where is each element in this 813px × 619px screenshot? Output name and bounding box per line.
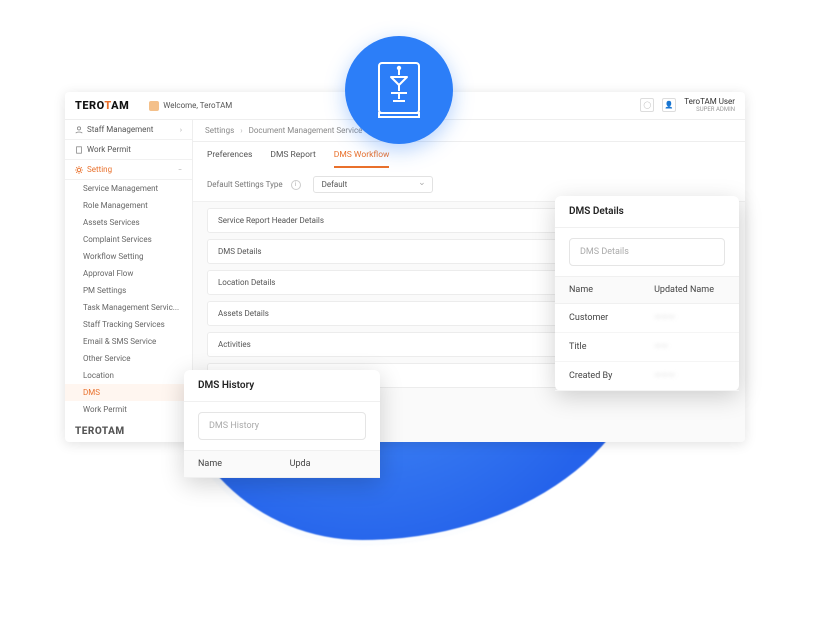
notifications-icon[interactable]: ◯ bbox=[640, 98, 654, 112]
select-value: Default bbox=[322, 180, 348, 189]
sidebar-item[interactable]: DMS bbox=[65, 384, 192, 401]
brand-logo: TEROTAM bbox=[75, 99, 149, 112]
user-role: SUPER ADMIN bbox=[684, 107, 735, 114]
tabs: Preferences DMS Report DMS Workflow bbox=[193, 142, 745, 168]
tab-dms-workflow[interactable]: DMS Workflow bbox=[334, 150, 390, 168]
welcome-text: Welcome, TeroTAM bbox=[163, 101, 232, 110]
sidebar-item[interactable]: Service Management bbox=[65, 180, 192, 197]
sidebar-item[interactable]: Approval Flow bbox=[65, 265, 192, 282]
tab-preferences[interactable]: Preferences bbox=[207, 150, 252, 168]
sidebar-group-label: Staff Management bbox=[87, 125, 153, 134]
minus-icon: − bbox=[178, 166, 182, 174]
cell-name: Created By bbox=[569, 371, 654, 381]
table-row: Customer——— bbox=[555, 304, 739, 333]
sidebar-item[interactable]: Staff Tracking Services bbox=[65, 316, 192, 333]
tab-label: Preferences bbox=[207, 150, 252, 160]
card-title: DMS History bbox=[184, 370, 380, 402]
sidebar-item[interactable]: Location bbox=[65, 367, 192, 384]
breadcrumb: Settings › Document Management Service bbox=[193, 120, 745, 142]
sidebar-item[interactable]: Complaint Services bbox=[65, 231, 192, 248]
sidebar-item[interactable]: PM Settings bbox=[65, 282, 192, 299]
cell-value: ——— bbox=[654, 313, 725, 323]
sidebar-item[interactable]: Assets Services bbox=[65, 214, 192, 231]
avatar[interactable]: 👤 bbox=[662, 98, 676, 112]
welcome-icon bbox=[149, 101, 159, 111]
col-name: Name bbox=[198, 459, 290, 469]
dms-history-search[interactable]: DMS History bbox=[198, 412, 366, 440]
table-row: Title—— bbox=[555, 333, 739, 362]
sidebar-item[interactable]: Workflow Setting bbox=[65, 248, 192, 265]
card-dms-history: DMS History DMS History Name Upda bbox=[184, 370, 380, 478]
table-header: Name Updated Name bbox=[555, 276, 739, 304]
sidebar-item[interactable]: Work Permit bbox=[65, 401, 192, 418]
brand-logo-small: TEROTAM bbox=[65, 418, 192, 442]
breadcrumb-item[interactable]: Settings bbox=[205, 126, 234, 135]
chevron-right-icon: › bbox=[180, 126, 182, 134]
breadcrumb-item: Document Management Service bbox=[249, 126, 363, 135]
sidebar-group-workpermit[interactable]: Work Permit bbox=[65, 140, 192, 160]
user-block[interactable]: TeroTAM User SUPER ADMIN bbox=[684, 98, 735, 113]
chevron-right-icon: › bbox=[240, 126, 242, 135]
workflow-doc-icon bbox=[373, 59, 425, 121]
sidebar-group-staff[interactable]: Staff Management › bbox=[65, 120, 192, 140]
sidebar-group-label: Work Permit bbox=[87, 145, 131, 154]
settings-type-select[interactable]: Default bbox=[313, 176, 433, 193]
sidebar-group-label: Setting bbox=[87, 165, 112, 174]
tab-dms-report[interactable]: DMS Report bbox=[270, 150, 315, 168]
input-placeholder: DMS Details bbox=[580, 247, 629, 257]
tab-label: DMS Report bbox=[270, 150, 315, 160]
cell-value: ——— bbox=[654, 371, 725, 381]
cell-name: Customer bbox=[569, 313, 654, 323]
dms-details-search[interactable]: DMS Details bbox=[569, 238, 725, 266]
gear-icon bbox=[75, 166, 83, 174]
card-dms-details: DMS Details DMS Details Name Updated Nam… bbox=[555, 196, 739, 391]
sidebar-group-setting[interactable]: Setting − bbox=[65, 160, 192, 180]
settings-type-label: Default Settings Type bbox=[207, 180, 283, 189]
sidebar-item[interactable]: Role Management bbox=[65, 197, 192, 214]
table-row: Created By——— bbox=[555, 362, 739, 391]
cell-name: Title bbox=[569, 342, 654, 352]
file-icon bbox=[75, 146, 83, 154]
info-icon[interactable]: i bbox=[291, 180, 301, 190]
table-header: Name Upda bbox=[184, 450, 380, 478]
tab-label: DMS Workflow bbox=[334, 150, 390, 160]
sidebar-item[interactable]: Email & SMS Service bbox=[65, 333, 192, 350]
card-title: DMS Details bbox=[555, 196, 739, 228]
col-name: Name bbox=[569, 285, 654, 295]
people-icon bbox=[75, 126, 83, 134]
sidebar: Staff Management › Work Permit Setting −… bbox=[65, 120, 193, 442]
col-updated-name: Updated Name bbox=[654, 285, 725, 295]
input-placeholder: DMS History bbox=[209, 421, 259, 431]
feature-badge bbox=[345, 36, 453, 144]
cell-value: —— bbox=[654, 342, 725, 352]
sidebar-item[interactable]: Other Service bbox=[65, 350, 192, 367]
col-updated: Upda bbox=[290, 459, 366, 469]
sidebar-item[interactable]: Task Management Servic... bbox=[65, 299, 192, 316]
